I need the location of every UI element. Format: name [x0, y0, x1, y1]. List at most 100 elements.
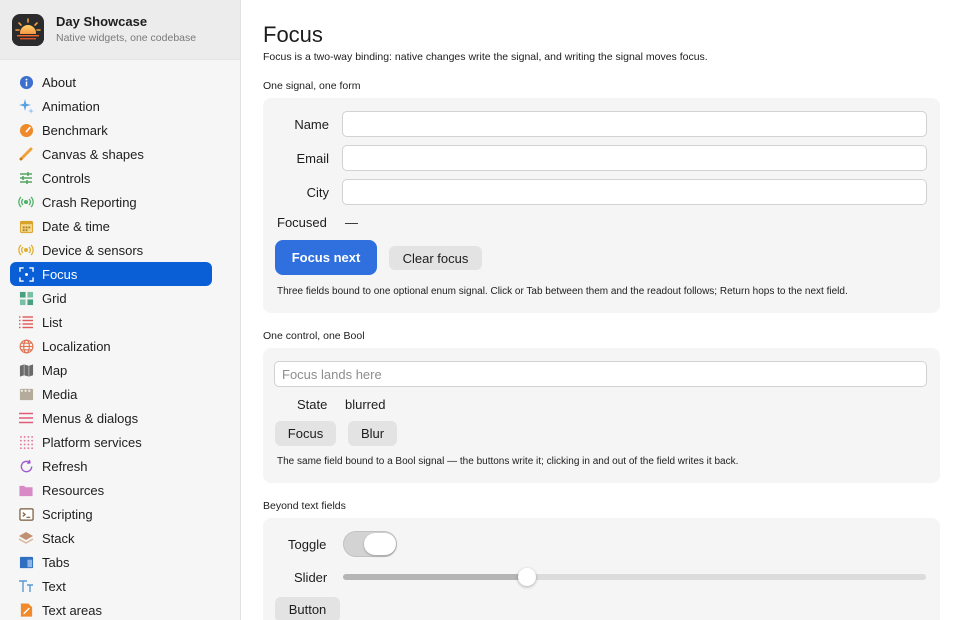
name-label: Name	[294, 116, 329, 132]
sidebar-item-map[interactable]: Map	[10, 358, 212, 382]
sidebar-item-controls[interactable]: Controls	[10, 166, 212, 190]
app-title: Day Showcase	[56, 14, 148, 29]
toggle-knob[interactable]	[364, 533, 396, 555]
calendar-icon	[18, 218, 34, 234]
sidebar-item-label: Tabs	[42, 554, 70, 570]
sidebar-item-text[interactable]: Text	[10, 574, 212, 598]
sidebar: Day Showcase Native widgets, one codebas…	[0, 0, 241, 620]
menu-icon	[18, 410, 34, 426]
grid-icon	[18, 290, 34, 306]
bool-card: State blurred Focus Blur The same field …	[263, 348, 940, 483]
sidebar-item-label: Animation	[42, 98, 100, 114]
app-header: Day Showcase Native widgets, one codebas…	[0, 0, 240, 60]
globe-icon	[18, 338, 34, 354]
sidebar-item-date-time[interactable]: Date & time	[10, 214, 212, 238]
sidebar-item-media[interactable]: Media	[10, 382, 212, 406]
sidebar-item-device-sensors[interactable]: Device & sensors	[10, 238, 212, 262]
sidebar-item-refresh[interactable]: Refresh	[10, 454, 212, 478]
sidebar-item-label: Text	[42, 578, 66, 594]
section-title-beyond: Beyond text fields	[263, 500, 346, 512]
sidebar-item-menus-dialogs[interactable]: Menus & dialogs	[10, 406, 212, 430]
page-description: Focus is a two-way binding: native chang…	[263, 51, 708, 63]
sidebar-nav: About Animation Benchmark Canvas & shape…	[0, 60, 240, 620]
focused-value: —	[345, 215, 358, 230]
list-icon	[18, 314, 34, 330]
gauge-icon	[18, 122, 34, 138]
map-icon	[18, 362, 34, 378]
sidebar-item-label: Scripting	[42, 506, 93, 522]
layers-icon	[18, 530, 34, 546]
slider-track[interactable]	[343, 568, 926, 586]
sidebar-item-scripting[interactable]: Scripting	[10, 502, 212, 526]
sidebar-item-label: Date & time	[42, 218, 110, 234]
focused-label: Focused	[277, 215, 327, 230]
email-label: Email	[296, 150, 329, 166]
page-title: Focus	[263, 22, 323, 47]
name-field[interactable]	[342, 111, 927, 137]
sidebar-item-label: Resources	[42, 482, 105, 498]
sidebar-item-text-areas[interactable]: Text areas	[10, 598, 212, 620]
terminal-icon	[18, 506, 34, 522]
section-title-form: One signal, one form	[263, 80, 361, 92]
toggle-label: Toggle	[288, 537, 327, 552]
sidebar-item-platform-services[interactable]: Platform services	[10, 430, 212, 454]
sidebar-item-label: Media	[42, 386, 78, 402]
text-icon	[18, 578, 34, 594]
focus-icon	[18, 266, 34, 282]
sidebar-item-label: Platform services	[42, 434, 142, 450]
focus-button[interactable]: Focus	[275, 421, 336, 446]
sidebar-item-label: Stack	[42, 530, 75, 546]
sidebar-item-benchmark[interactable]: Benchmark	[10, 118, 212, 142]
sidebar-item-label: List	[42, 314, 63, 330]
folder-icon	[18, 482, 34, 498]
sidebar-item-label: Canvas & shapes	[42, 146, 144, 162]
slider-thumb[interactable]	[518, 568, 537, 586]
pencil-icon	[18, 146, 34, 162]
sidebar-item-crash-reporting[interactable]: Crash Reporting	[10, 190, 212, 214]
beyond-card: Toggle Slider Button	[263, 518, 940, 620]
tabs-icon	[18, 554, 34, 570]
sidebar-item-localization[interactable]: Localization	[10, 334, 212, 358]
app-logo-icon	[12, 13, 44, 46]
focus-target-field[interactable]	[274, 361, 927, 387]
sidebar-item-grid[interactable]: Grid	[10, 286, 212, 310]
sidebar-item-about[interactable]: About	[10, 70, 212, 94]
beyond-button[interactable]: Button	[275, 597, 340, 620]
film-icon	[18, 386, 34, 402]
sliders-icon	[18, 170, 34, 186]
sidebar-item-label: Grid	[42, 290, 67, 306]
sensor-icon	[18, 242, 34, 258]
clear-focus-button[interactable]: Clear focus	[389, 246, 482, 270]
sidebar-item-label: Refresh	[42, 458, 88, 474]
section-title-bool: One control, one Bool	[263, 330, 365, 342]
sidebar-item-label: Map	[42, 362, 68, 378]
sidebar-item-canvas-shapes[interactable]: Canvas & shapes	[10, 142, 212, 166]
sidebar-item-label: Focus	[42, 266, 78, 282]
form-note: Three fields bound to one optional enum …	[277, 286, 848, 297]
city-row: City	[263, 179, 329, 205]
form-card: Name Email City Focused — Focus next Cle…	[263, 98, 940, 313]
dots-grid-icon	[18, 434, 34, 450]
toggle-switch[interactable]	[343, 531, 397, 557]
sidebar-item-list[interactable]: List	[10, 310, 212, 334]
sidebar-item-focus[interactable]: Focus	[10, 262, 212, 286]
sidebar-item-animation[interactable]: Animation	[10, 94, 212, 118]
email-field[interactable]	[342, 145, 927, 171]
info-icon	[18, 74, 34, 90]
sidebar-item-label: About	[42, 74, 76, 90]
sidebar-item-resources[interactable]: Resources	[10, 478, 212, 502]
sidebar-item-stack[interactable]: Stack	[10, 526, 212, 550]
blur-button[interactable]: Blur	[348, 421, 397, 446]
sidebar-item-label: Controls	[42, 170, 91, 186]
focus-next-button[interactable]: Focus next	[275, 240, 377, 275]
sidebar-item-tabs[interactable]: Tabs	[10, 550, 212, 574]
sparkles-icon	[18, 98, 34, 114]
sidebar-item-label: Localization	[42, 338, 111, 354]
email-row: Email	[263, 145, 329, 171]
state-label: State	[297, 397, 328, 412]
city-field[interactable]	[342, 179, 927, 205]
text-area-icon	[18, 602, 34, 618]
sidebar-item-label: Benchmark	[42, 122, 108, 138]
sidebar-item-label: Device & sensors	[42, 242, 144, 258]
app-subtitle: Native widgets, one codebase	[56, 32, 197, 44]
